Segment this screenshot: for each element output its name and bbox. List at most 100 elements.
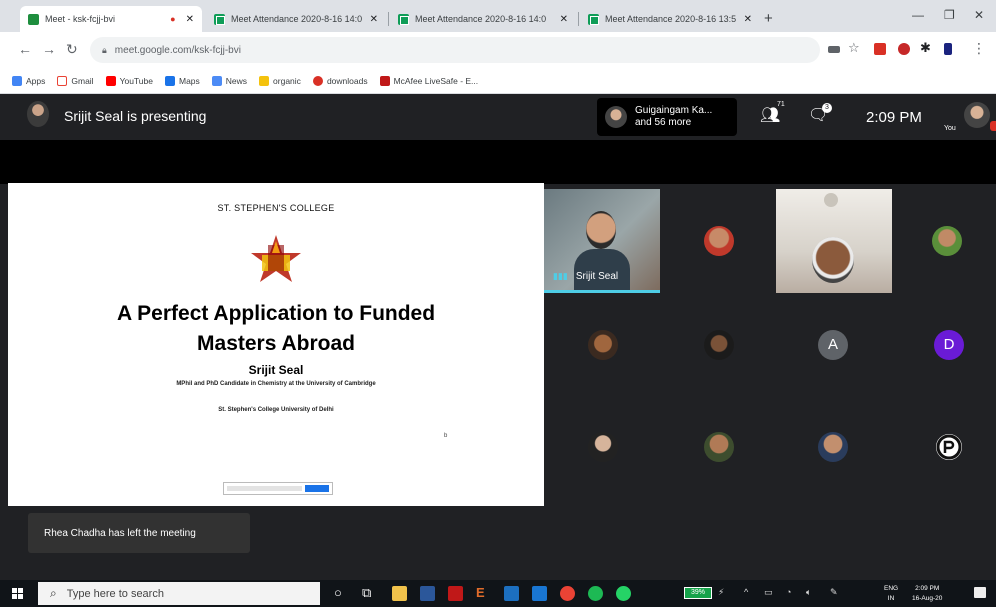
gmail-icon	[57, 75, 68, 86]
pen-icon[interactable]: ✎	[830, 587, 838, 598]
tab-divider	[388, 12, 389, 26]
search-icon: ⌕	[50, 586, 57, 600]
spotify-icon[interactable]	[588, 586, 603, 601]
participant-avatar-d[interactable]: D	[934, 330, 964, 360]
extension-shield-icon[interactable]	[898, 43, 910, 55]
camera-indicator-icon[interactable]	[828, 46, 840, 53]
tab-title: Meet Attendance 2020-8-16 14:0	[231, 14, 363, 24]
address-bar[interactable]: 🔒︎ meet.google.com/ksk-fcjj-bvi	[90, 37, 820, 63]
whatsapp-icon[interactable]	[616, 586, 631, 601]
bookmark-apps[interactable]: Apps	[12, 75, 45, 86]
self-avatar	[964, 102, 990, 128]
participant-avatar[interactable]	[588, 432, 618, 462]
browser-toolbar: ← → ↻ 🔒︎ meet.google.com/ksk-fcjj-bvi ☆ …	[0, 32, 996, 68]
slide-university: St. Stephen's College University of Delh…	[218, 407, 334, 413]
participant-avatar[interactable]	[818, 432, 848, 462]
input-language[interactable]: ENG IN	[884, 584, 898, 604]
stage-background	[0, 140, 996, 184]
downloads-icon	[312, 75, 323, 86]
mcafee-taskbar-icon[interactable]	[448, 586, 463, 601]
app-ship-icon[interactable]	[504, 586, 519, 601]
file-explorer-icon[interactable]	[392, 586, 407, 601]
close-icon[interactable]: ✕	[186, 14, 194, 25]
presentation-slide: ST. STEPHEN'S COLLEGE A Perfect Applicat…	[8, 183, 544, 506]
close-icon[interactable]: ✕	[370, 14, 378, 25]
restore-icon[interactable]: ❐	[944, 8, 955, 22]
logo-mark-icon	[936, 434, 962, 460]
task-view-icon[interactable]: ⧉	[362, 585, 371, 601]
volume-icon[interactable]: 🔈︎	[806, 587, 811, 598]
bookmark-maps[interactable]: Maps	[164, 75, 200, 86]
meeting-clock: 2:09 PM	[866, 109, 922, 126]
self-view[interactable]: You	[944, 101, 996, 135]
search-placeholder: Type here to search	[66, 587, 164, 600]
audio-level-icon: ▮▮▮	[553, 271, 568, 281]
self-label: You	[944, 125, 956, 132]
bookmark-news[interactable]: News	[211, 75, 247, 86]
show-hidden-icons-chevron-icon[interactable]: ^	[744, 587, 748, 597]
participants-pill[interactable]: Guigaingam Ka... and 56 more	[597, 98, 737, 136]
tab-attendance-3[interactable]: Meet Attendance 2020-8-16 13:5 ✕	[580, 6, 760, 32]
back-arrow-icon[interactable]: ←	[18, 41, 32, 57]
active-speaker-tag: ▮▮▮ Srijit Seal	[553, 271, 618, 282]
taskbar-date: 16-Aug-20	[912, 595, 943, 602]
participant-avatar-a[interactable]: A	[818, 330, 848, 360]
bookmark-organic[interactable]: organic	[259, 75, 301, 86]
tab-title: Meet Attendance 2020-8-16 14:0	[415, 14, 547, 24]
app-l-icon[interactable]	[532, 586, 547, 601]
extension-blue-icon[interactable]	[944, 43, 952, 55]
chrome-icon[interactable]	[560, 586, 575, 601]
speaking-indicator	[544, 290, 660, 293]
bookmark-youtube[interactable]: YouTube	[105, 75, 153, 86]
bookmarks-bar: Apps Gmail YouTube Maps News organic dow…	[0, 68, 996, 94]
star-icon[interactable]: ☆	[848, 40, 860, 56]
battery-indicator[interactable]: 39%	[684, 587, 712, 599]
e-app-icon[interactable]: E	[476, 585, 485, 600]
windows-start-icon[interactable]	[12, 588, 23, 599]
participant-avatar[interactable]	[704, 330, 734, 360]
minimize-icon[interactable]: —	[912, 8, 924, 22]
participant-face	[812, 237, 854, 283]
tab-title: Meet - ksk-fcjj-bvi	[45, 14, 116, 24]
people-icon[interactable]: 👥︎	[760, 105, 780, 125]
maps-icon	[164, 75, 175, 86]
slide-embedded-form	[223, 482, 333, 495]
participant-avatar[interactable]	[932, 226, 962, 256]
close-icon[interactable]: ✕	[744, 14, 752, 25]
ceiling-light	[824, 193, 838, 207]
extension-red-icon[interactable]	[874, 43, 886, 55]
form-field	[227, 486, 302, 491]
bookmark-gmail[interactable]: Gmail	[57, 75, 94, 86]
participant-avatar[interactable]	[588, 330, 618, 360]
participant-face	[586, 211, 616, 249]
tab-attendance-2[interactable]: Meet Attendance 2020-8-16 14:0 ✕	[390, 6, 576, 32]
tab-attendance-1[interactable]: Meet Attendance 2020-8-16 14:0 ✕	[206, 6, 386, 32]
new-tab-plus-icon[interactable]: +	[764, 10, 773, 27]
notification-center-icon[interactable]	[974, 587, 986, 598]
taskbar-search[interactable]: ⌕ Type here to search	[38, 582, 320, 605]
forward-arrow-icon[interactable]: →	[42, 41, 56, 57]
store-icon[interactable]	[420, 586, 435, 601]
participant-logo-avatar[interactable]	[934, 432, 964, 462]
close-icon[interactable]: ✕	[560, 14, 568, 25]
news-icon	[211, 75, 222, 86]
participant-avatar[interactable]	[704, 226, 734, 256]
wifi-icon[interactable]: ◔	[786, 587, 791, 597]
close-window-icon[interactable]: ✕	[974, 8, 984, 22]
slide-mark: b	[444, 433, 448, 439]
presenter-avatar	[27, 101, 49, 127]
participant-tile-video[interactable]	[776, 189, 892, 293]
cortana-icon[interactable]: ○	[334, 585, 342, 600]
bookmark-mcafee[interactable]: McAfee LiveSafe - E...	[379, 75, 478, 86]
menu-kebab-icon[interactable]: ⋮	[972, 40, 986, 57]
taskbar-clock[interactable]: 2:09 PM 16-Aug-20	[912, 584, 942, 604]
network-icon[interactable]: ▭	[764, 587, 773, 598]
participant-avatar	[605, 106, 627, 128]
battery-plug-icon: ⚡︎	[718, 587, 725, 597]
extensions-puzzle-icon[interactable]: ✱	[920, 40, 931, 56]
tab-meet[interactable]: Meet - ksk-fcjj-bvi ● ✕	[20, 6, 202, 32]
browser-tab-strip: Meet - ksk-fcjj-bvi ● ✕ Meet Attendance …	[0, 0, 996, 32]
bookmark-downloads[interactable]: downloads	[312, 75, 368, 86]
reload-icon[interactable]: ↻	[66, 41, 78, 58]
participant-avatar[interactable]	[704, 432, 734, 462]
